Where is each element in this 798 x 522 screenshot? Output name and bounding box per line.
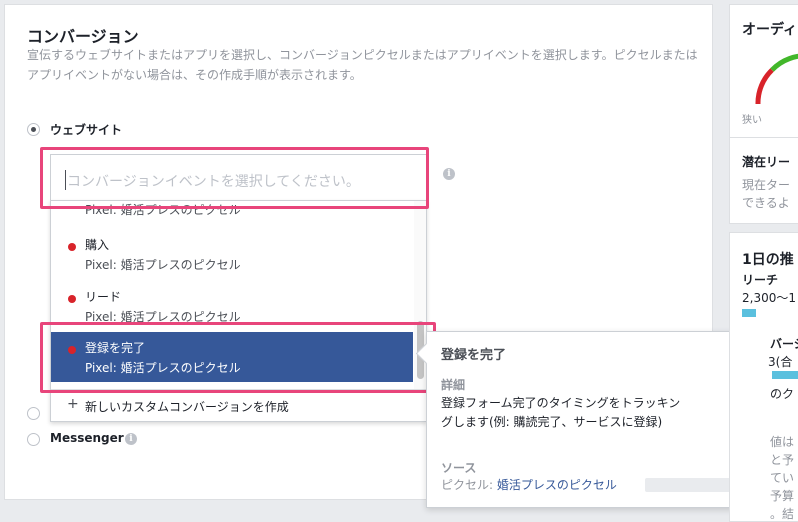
conversion-bar: [772, 371, 798, 379]
tooltip-detail-heading: 詳細: [441, 378, 466, 392]
item-highlight-box: [40, 322, 436, 393]
tooltip-source-prefix: ピクセル:: [441, 478, 497, 492]
info-icon[interactable]: i: [443, 168, 455, 180]
messenger-info-icon[interactable]: i: [125, 433, 137, 445]
conversion-ku: のク: [770, 387, 795, 401]
status-dot-icon: [68, 243, 76, 251]
potential-line-2: できるよ: [742, 196, 790, 210]
reach-value: 2,300〜1: [742, 291, 796, 305]
note-fragment-5: 。結: [770, 507, 795, 521]
audience-gauge: [755, 53, 798, 105]
note-fragment-1: 値は: [770, 435, 795, 449]
potential-line-1: 現在ター: [742, 178, 791, 192]
input-highlight-box: [40, 147, 429, 209]
reach-bar: [742, 309, 756, 317]
divider: [730, 137, 798, 138]
conversion-title: バージ: [770, 337, 798, 351]
note-fragment-3: てい: [770, 471, 795, 485]
status-dot-icon: [68, 295, 76, 303]
conversion-sub: 3(合: [768, 355, 793, 369]
website-radio[interactable]: [27, 123, 40, 136]
daily-estimate-card: 1日の推 リーチ 2,300〜1 バージ 3(合 のク 値は と予 てい 予算 …: [729, 232, 798, 522]
dropdown-item-purchase[interactable]: 購入 Pixel: 婚活プレスのピクセル: [51, 229, 413, 279]
messenger-label: Messenger: [50, 431, 124, 445]
audience-card: オーディ 狭い 潜在リー 現在ター できるよ: [729, 4, 798, 224]
item-name: リード: [85, 290, 122, 304]
reach-label: リーチ: [742, 273, 779, 287]
tooltip-detail-body: 登録フォーム完了のタイミングをトラッキングします(例: 購読完了、サービスに登録…: [441, 396, 681, 429]
section-description: 宣伝するウェブサイトまたはアプリを選択し、コンバージョンピクセルまたはアプリイベ…: [27, 48, 698, 82]
plus-icon: +: [67, 396, 79, 412]
tooltip-source: ピクセル: 婚活プレスのピクセル: [441, 476, 617, 493]
gauge-narrow-label: 狭い: [742, 115, 762, 126]
tooltip-source-heading: ソース: [441, 461, 477, 475]
app-radio[interactable]: [27, 407, 40, 420]
note-fragment-4: 予算: [770, 489, 795, 503]
audience-title: オーディ: [742, 22, 798, 38]
note-fragment-2: と予: [770, 453, 795, 467]
website-label: ウェブサイト: [50, 123, 123, 137]
daily-estimate-title: 1日の推: [742, 252, 794, 268]
section-title: コンバージョン: [27, 27, 139, 46]
event-tooltip: 登録を完了 詳細 登録フォーム完了のタイミングをトラッキングします(例: 購読完…: [415, 331, 772, 508]
item-source: Pixel: 婚活プレスのピクセル: [85, 258, 241, 272]
potential-reach-title: 潜在リー: [742, 155, 791, 169]
tooltip-source-link[interactable]: 婚活プレスのピクセル: [497, 478, 617, 492]
item-name: 購入: [85, 238, 110, 252]
create-custom-conversion-button[interactable]: + 新しいカスタムコンバージョンを作成: [51, 389, 426, 421]
tooltip-title: 登録を完了: [441, 348, 507, 363]
create-custom-conversion-label: 新しいカスタムコンバージョンを作成: [85, 400, 289, 414]
messenger-radio[interactable]: [27, 433, 40, 446]
